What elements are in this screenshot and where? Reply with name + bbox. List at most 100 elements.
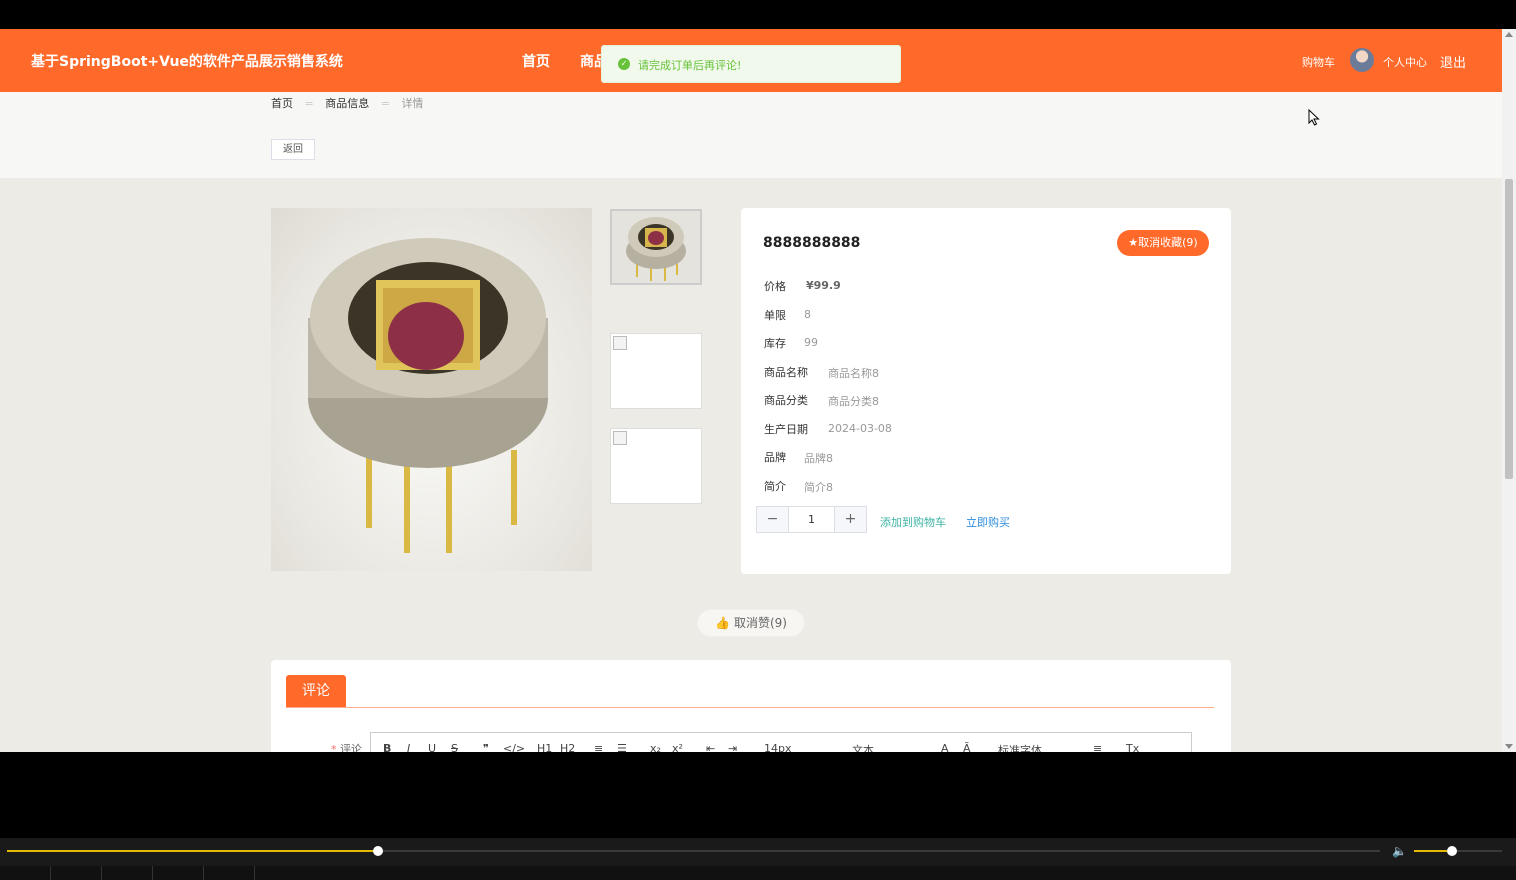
breadcrumb-home[interactable]: 首页 <box>271 97 293 110</box>
tab-underline <box>286 707 1214 708</box>
field-label: 单限 <box>764 309 786 322</box>
scroll-up-icon[interactable] <box>1505 32 1513 37</box>
seek-bar-played <box>7 850 378 852</box>
taskbar-slot[interactable] <box>0 866 51 880</box>
thumbnail-photo <box>612 211 700 283</box>
field-value: 商品名称8 <box>828 367 879 380</box>
ordered-list-button[interactable]: ≡ <box>594 742 603 752</box>
text-style-select[interactable]: 文本 <box>852 742 874 752</box>
required-mark: * <box>331 743 337 752</box>
toast-message: 请完成订单后再评论! <box>638 59 742 72</box>
subscript-button[interactable]: x₂ <box>650 742 661 752</box>
field-label: 商品分类 <box>764 394 808 407</box>
taskbar-slot[interactable] <box>153 866 204 880</box>
seek-knob[interactable] <box>372 846 383 856</box>
field-value: 99 <box>804 336 818 349</box>
field-value: 商品分类8 <box>828 395 879 408</box>
breadcrumb-current: 详情 <box>401 97 424 110</box>
review-section: 评论 * 评论 B I U S ❞ </> H1 H2 ≡ ☰ x₂ x² ⇤ … <box>271 660 1231 752</box>
sensor-photo-illustration <box>308 238 548 553</box>
align-button[interactable]: ≡ <box>1093 742 1102 752</box>
breadcrumb: 首页 = 商品信息 = 详情 <box>271 95 431 111</box>
field-label: 库存 <box>764 337 786 350</box>
broken-image-icon <box>613 431 627 445</box>
bullet-list-button[interactable]: ☰ <box>617 742 627 752</box>
quote-button[interactable]: ❞ <box>483 742 489 752</box>
nav-home-link[interactable]: 首页 <box>522 51 550 71</box>
browser-viewport: 基于SpringBoot+Vue的软件产品展示销售系统 首页 商品信息 购物车 … <box>0 29 1502 752</box>
field-label: 价格 <box>764 280 786 293</box>
scrollbar-thumb[interactable] <box>1505 179 1513 479</box>
field-label: 简介 <box>764 480 786 493</box>
breadcrumb-products[interactable]: 商品信息 <box>325 97 369 110</box>
underline-button[interactable]: U <box>428 742 436 752</box>
user-avatar[interactable] <box>1350 48 1374 72</box>
thumbs-up-icon: 👍 <box>715 616 730 630</box>
font-size-select[interactable]: 14px <box>764 742 792 752</box>
taskbar-slot[interactable] <box>51 866 102 880</box>
taskbar-slot[interactable] <box>102 866 153 880</box>
field-value: 2024-03-08 <box>828 422 892 435</box>
rich-text-editor[interactable]: B I U S ❞ </> H1 H2 ≡ ☰ x₂ x² ⇤ ⇥ 14px 文… <box>370 732 1192 752</box>
volume-slider[interactable] <box>1414 846 1502 856</box>
tab-review[interactable]: 评论 <box>286 675 346 707</box>
scroll-down-icon[interactable] <box>1505 744 1513 749</box>
font-family-select[interactable]: 标准字体 <box>998 742 1042 752</box>
unlike-label: 取消赞(9) <box>733 616 787 630</box>
field-value: 品牌8 <box>804 452 833 465</box>
top-nav-bar: 基于SpringBoot+Vue的软件产品展示销售系统 首页 商品信息 购物车 … <box>0 29 1502 92</box>
bold-button[interactable]: B <box>383 742 391 752</box>
broken-image-icon <box>613 336 627 350</box>
unfavorite-label: 取消收藏(9) <box>1138 236 1198 249</box>
nav-logout-link[interactable]: 退出 <box>1440 52 1466 71</box>
clear-format-button[interactable]: Tx <box>1126 742 1139 752</box>
nav-user-center-link[interactable]: 个人中心 <box>1383 54 1427 70</box>
quantity-decrease-button[interactable]: − <box>757 507 789 532</box>
italic-button[interactable]: I <box>407 742 410 752</box>
star-icon: ★ <box>1128 236 1139 249</box>
product-info-card: 8888888888 ★取消收藏(9) 价格 ¥99.9 单限 8 库存 99 … <box>741 208 1231 574</box>
product-main-image <box>271 208 592 571</box>
page-scrollbar[interactable] <box>1502 29 1516 752</box>
field-label: 生产日期 <box>764 423 808 436</box>
field-value: 简介8 <box>804 481 833 494</box>
page-subheader: 首页 = 商品信息 = 详情 返回 <box>0 92 1502 178</box>
taskbar-slot[interactable] <box>204 866 255 880</box>
success-check-icon: ✓ <box>618 58 630 70</box>
outdent-button[interactable]: ⇤ <box>706 742 715 752</box>
heading1-button[interactable]: H1 <box>537 742 552 752</box>
unlike-button[interactable]: 👍 取消赞(9) <box>697 609 805 637</box>
thumbnail-1[interactable] <box>610 209 702 285</box>
site-brand[interactable]: 基于SpringBoot+Vue的软件产品展示销售系统 <box>31 51 343 71</box>
seek-bar[interactable] <box>7 846 1380 856</box>
quantity-input[interactable]: 1 <box>789 507 834 532</box>
volume-knob[interactable] <box>1446 846 1457 856</box>
toast-notification: ✓ 请完成订单后再评论! <box>601 45 901 83</box>
field-label: 商品名称 <box>764 366 808 379</box>
quantity-increase-button[interactable]: + <box>834 507 866 532</box>
volume-icon[interactable]: 🔈 <box>1392 844 1407 858</box>
add-to-cart-button[interactable]: 添加到购物车 <box>880 514 946 530</box>
thumbnail-3[interactable] <box>610 428 702 504</box>
unfavorite-button[interactable]: ★取消收藏(9) <box>1117 230 1209 256</box>
superscript-button[interactable]: x² <box>672 742 683 752</box>
review-label-text: 评论 <box>340 743 362 752</box>
buy-now-button[interactable]: 立即购买 <box>966 514 1010 530</box>
strike-button[interactable]: S <box>451 742 458 752</box>
field-value: ¥99.9 <box>806 279 841 292</box>
code-button[interactable]: </> <box>503 742 525 752</box>
product-title: 8888888888 <box>763 235 861 251</box>
review-field-label: * 评论 <box>331 741 362 752</box>
background-color-button[interactable]: Ã <box>963 742 971 752</box>
back-button[interactable]: 返回 <box>271 139 315 160</box>
indent-button[interactable]: ⇥ <box>728 742 737 752</box>
field-label: 品牌 <box>764 451 786 464</box>
font-color-button[interactable]: A <box>941 742 949 752</box>
quantity-stepper: − 1 + <box>756 506 867 533</box>
heading2-button[interactable]: H2 <box>560 742 575 752</box>
nav-cart-link[interactable]: 购物车 <box>1302 54 1335 70</box>
field-value: 8 <box>804 308 811 321</box>
taskbar <box>0 866 1516 880</box>
thumbnail-2[interactable] <box>610 333 702 409</box>
breadcrumb-separator: = <box>304 97 314 110</box>
